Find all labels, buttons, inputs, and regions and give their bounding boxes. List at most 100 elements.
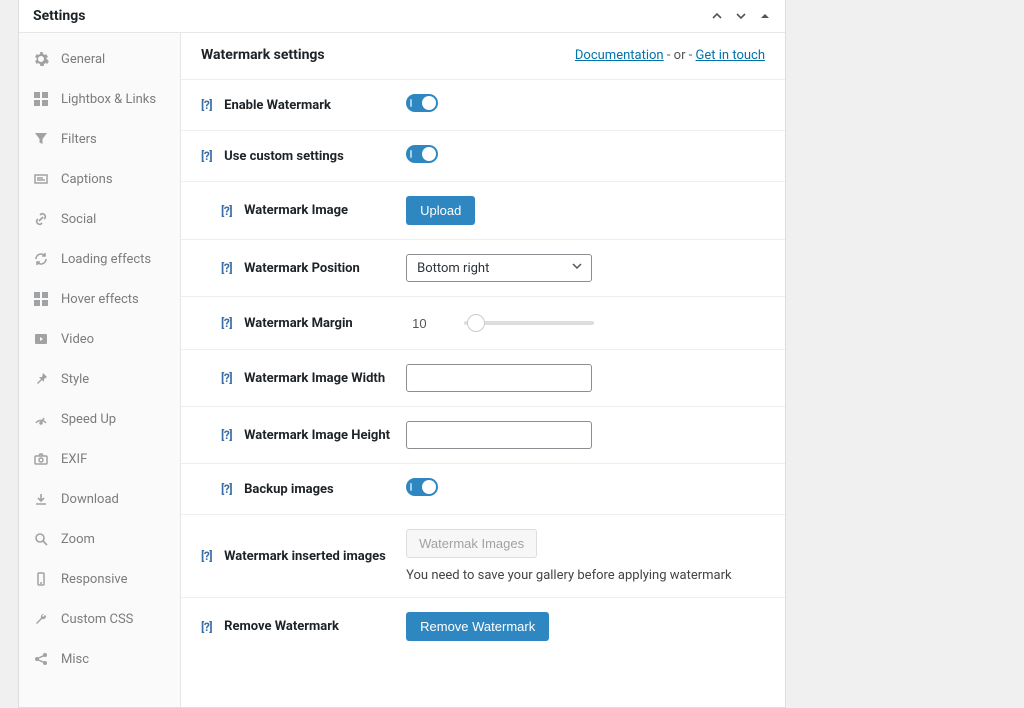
sidebar-item-label: Social bbox=[61, 212, 96, 227]
row-remove-watermark: [?] Remove Watermark Remove Watermark bbox=[181, 598, 785, 655]
sidebar-item-lightbox[interactable]: Lightbox & Links bbox=[19, 79, 180, 119]
row-watermark-image: [?] Watermark Image Upload bbox=[181, 182, 785, 240]
sidebar-item-label: General bbox=[61, 52, 105, 67]
get-in-touch-link[interactable]: Get in touch bbox=[696, 48, 765, 63]
filter-icon bbox=[33, 131, 49, 147]
mobile-icon bbox=[33, 571, 49, 587]
help-icon[interactable]: [?] bbox=[221, 482, 232, 496]
watermark-images-button[interactable]: Watermak Images bbox=[406, 529, 537, 558]
sidebar-item-misc[interactable]: Misc bbox=[19, 639, 180, 679]
grid-icon bbox=[33, 291, 49, 307]
panel-header: Settings bbox=[19, 0, 785, 33]
sidebar-item-exif[interactable]: EXIF bbox=[19, 439, 180, 479]
camera-icon bbox=[33, 451, 49, 467]
sidebar-item-label: Captions bbox=[61, 172, 113, 187]
link-icon bbox=[33, 211, 49, 227]
content: Watermark settings Documentation - or - … bbox=[181, 33, 785, 707]
slider-thumb[interactable] bbox=[467, 314, 485, 332]
sidebar-item-responsive[interactable]: Responsive bbox=[19, 559, 180, 599]
row-label: Watermark Image Height bbox=[244, 428, 406, 443]
sidebar-item-label: Misc bbox=[61, 652, 89, 667]
help-icon[interactable]: [?] bbox=[201, 620, 212, 634]
backup-images-toggle[interactable] bbox=[406, 478, 438, 496]
row-watermark-height: [?] Watermark Image Height bbox=[181, 407, 785, 464]
sidebar-item-label: Speed Up bbox=[61, 412, 116, 427]
gear-icon bbox=[33, 51, 49, 67]
row-label: Backup images bbox=[244, 482, 406, 497]
sidebar-item-general[interactable]: General bbox=[19, 39, 180, 79]
row-watermark-width: [?] Watermark Image Width bbox=[181, 350, 785, 407]
play-icon bbox=[33, 331, 49, 347]
gauge-icon bbox=[33, 411, 49, 427]
sidebar-item-label: Custom CSS bbox=[61, 612, 133, 627]
upload-button[interactable]: Upload bbox=[406, 196, 475, 225]
row-label: Watermark Image bbox=[244, 203, 406, 218]
row-backup-images: [?] Backup images bbox=[181, 464, 785, 515]
sidebar-item-label: Loading effects bbox=[61, 252, 151, 267]
position-select[interactable]: Bottom right bbox=[406, 254, 592, 282]
row-watermark-position: [?] Watermark Position Bottom right bbox=[181, 240, 785, 297]
help-icon[interactable]: [?] bbox=[221, 428, 232, 442]
sidebar: General Lightbox & Links Filters Caption… bbox=[19, 33, 181, 707]
sidebar-item-zoom[interactable]: Zoom bbox=[19, 519, 180, 559]
panel-body: General Lightbox & Links Filters Caption… bbox=[19, 33, 785, 707]
help-icon[interactable]: [?] bbox=[201, 549, 212, 563]
remove-watermark-button[interactable]: Remove Watermark bbox=[406, 612, 549, 641]
sidebar-item-social[interactable]: Social bbox=[19, 199, 180, 239]
caption-icon bbox=[33, 171, 49, 187]
sidebar-item-label: EXIF bbox=[61, 452, 87, 467]
pin-icon bbox=[33, 371, 49, 387]
collapse-icon[interactable] bbox=[759, 10, 771, 22]
sidebar-item-filters[interactable]: Filters bbox=[19, 119, 180, 159]
row-label: Watermark Image Width bbox=[244, 371, 406, 386]
sidebar-item-captions[interactable]: Captions bbox=[19, 159, 180, 199]
sidebar-item-label: Download bbox=[61, 492, 119, 507]
chevron-up-icon[interactable] bbox=[711, 10, 723, 22]
select-value: Bottom right bbox=[417, 261, 489, 276]
width-input[interactable] bbox=[406, 364, 592, 392]
panel-header-controls bbox=[711, 10, 771, 22]
sidebar-item-hover[interactable]: Hover effects bbox=[19, 279, 180, 319]
enable-watermark-toggle[interactable] bbox=[406, 94, 438, 112]
chevron-down-icon[interactable] bbox=[735, 10, 747, 22]
help-icon[interactable]: [?] bbox=[221, 204, 232, 218]
height-input[interactable] bbox=[406, 421, 592, 449]
refresh-icon bbox=[33, 251, 49, 267]
settings-panel: Settings General Lightbox & Links bbox=[18, 0, 786, 708]
row-label: Watermark Position bbox=[244, 261, 406, 276]
help-icon[interactable]: [?] bbox=[221, 261, 232, 275]
content-header: Watermark settings Documentation - or - … bbox=[181, 33, 785, 80]
help-icon[interactable]: [?] bbox=[201, 98, 212, 112]
row-label: Watermark inserted images bbox=[224, 549, 406, 564]
share-icon bbox=[33, 651, 49, 667]
sidebar-item-video[interactable]: Video bbox=[19, 319, 180, 359]
sidebar-item-customcss[interactable]: Custom CSS bbox=[19, 599, 180, 639]
documentation-link[interactable]: Documentation bbox=[575, 48, 664, 63]
wrench-icon bbox=[33, 611, 49, 627]
row-label: Enable Watermark bbox=[224, 98, 406, 113]
inserted-note: You need to save your gallery before app… bbox=[406, 568, 732, 583]
row-watermark-margin: [?] Watermark Margin bbox=[181, 297, 785, 350]
margin-input[interactable] bbox=[406, 311, 446, 335]
row-label: Remove Watermark bbox=[224, 619, 406, 634]
sidebar-item-speedup[interactable]: Speed Up bbox=[19, 399, 180, 439]
sidebar-item-label: Lightbox & Links bbox=[61, 92, 156, 107]
help-icon[interactable]: [?] bbox=[221, 316, 232, 330]
search-icon bbox=[33, 531, 49, 547]
row-custom-settings: [?] Use custom settings bbox=[181, 131, 785, 182]
help-icon[interactable]: [?] bbox=[201, 149, 212, 163]
sidebar-item-style[interactable]: Style bbox=[19, 359, 180, 399]
chevron-down-icon bbox=[571, 260, 583, 276]
row-watermark-inserted: [?] Watermark inserted images Watermak I… bbox=[181, 515, 785, 598]
sidebar-item-download[interactable]: Download bbox=[19, 479, 180, 519]
custom-settings-toggle[interactable] bbox=[406, 145, 438, 163]
help-icon[interactable]: [?] bbox=[221, 371, 232, 385]
content-links: Documentation - or - Get in touch bbox=[575, 48, 765, 63]
sidebar-item-label: Zoom bbox=[61, 532, 95, 547]
sidebar-item-label: Video bbox=[61, 332, 94, 347]
sidebar-item-label: Hover effects bbox=[61, 292, 139, 307]
row-label: Use custom settings bbox=[224, 149, 406, 164]
sidebar-item-loading[interactable]: Loading effects bbox=[19, 239, 180, 279]
row-enable-watermark: [?] Enable Watermark bbox=[181, 80, 785, 131]
margin-slider[interactable] bbox=[464, 321, 594, 325]
